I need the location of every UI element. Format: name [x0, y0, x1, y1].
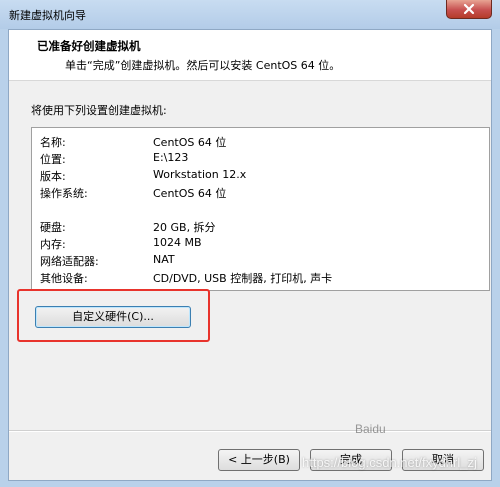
wizard-window: 新建虚拟机向导 已准备好创建虚拟机 单击“完成”创建虚拟机。然后可以安装 Cen…: [0, 0, 500, 487]
page-description: 单击“完成”创建虚拟机。然后可以安装 CentOS 64 位。: [65, 59, 341, 72]
setting-key: 网络适配器:: [40, 255, 99, 268]
settings-intro-label: 将使用下列设置创建虚拟机:: [31, 104, 167, 117]
wizard-body: 已准备好创建虚拟机 单击“完成”创建虚拟机。然后可以安装 CentOS 64 位…: [8, 29, 492, 481]
back-button[interactable]: < 上一步(B): [218, 449, 300, 471]
watermark-logo: Baidu: [355, 422, 386, 436]
setting-key: 位置:: [40, 153, 66, 166]
setting-key: 名称:: [40, 136, 66, 149]
setting-value: E:\123: [153, 151, 189, 164]
setting-value: NAT: [153, 253, 175, 266]
setting-value: 20 GB, 拆分: [153, 221, 216, 234]
window-title: 新建虚拟机向导: [9, 9, 86, 22]
setting-value: Workstation 12.x: [153, 168, 247, 181]
setting-key: 其他设备:: [40, 272, 88, 285]
watermark: Baidu https://blog.csdn.net/fxydhrl_zj: [300, 418, 500, 487]
setting-key: 内存:: [40, 238, 66, 251]
close-button[interactable]: [446, 0, 492, 19]
setting-value: CD/DVD, USB 控制器, 打印机, 声卡: [153, 272, 333, 285]
red-highlight-box: [17, 289, 210, 342]
wizard-header: 已准备好创建虚拟机 单击“完成”创建虚拟机。然后可以安装 CentOS 64 位…: [9, 30, 491, 81]
setting-value: CentOS 64 位: [153, 136, 227, 149]
setting-value: 1024 MB: [153, 236, 202, 249]
setting-key: 操作系统:: [40, 187, 88, 200]
setting-value: CentOS 64 位: [153, 187, 227, 200]
settings-summary-box[interactable]: 名称: CentOS 64 位 位置: E:\123 版本: Workstati…: [31, 127, 490, 291]
watermark-url: https://blog.csdn.net/fxydhrl_zj: [302, 455, 477, 470]
page-title: 已准备好创建虚拟机: [37, 39, 141, 53]
setting-key: 版本:: [40, 170, 66, 183]
setting-key: 硬盘:: [40, 221, 66, 234]
title-bar[interactable]: 新建虚拟机向导: [0, 0, 500, 29]
close-icon: [463, 3, 475, 15]
